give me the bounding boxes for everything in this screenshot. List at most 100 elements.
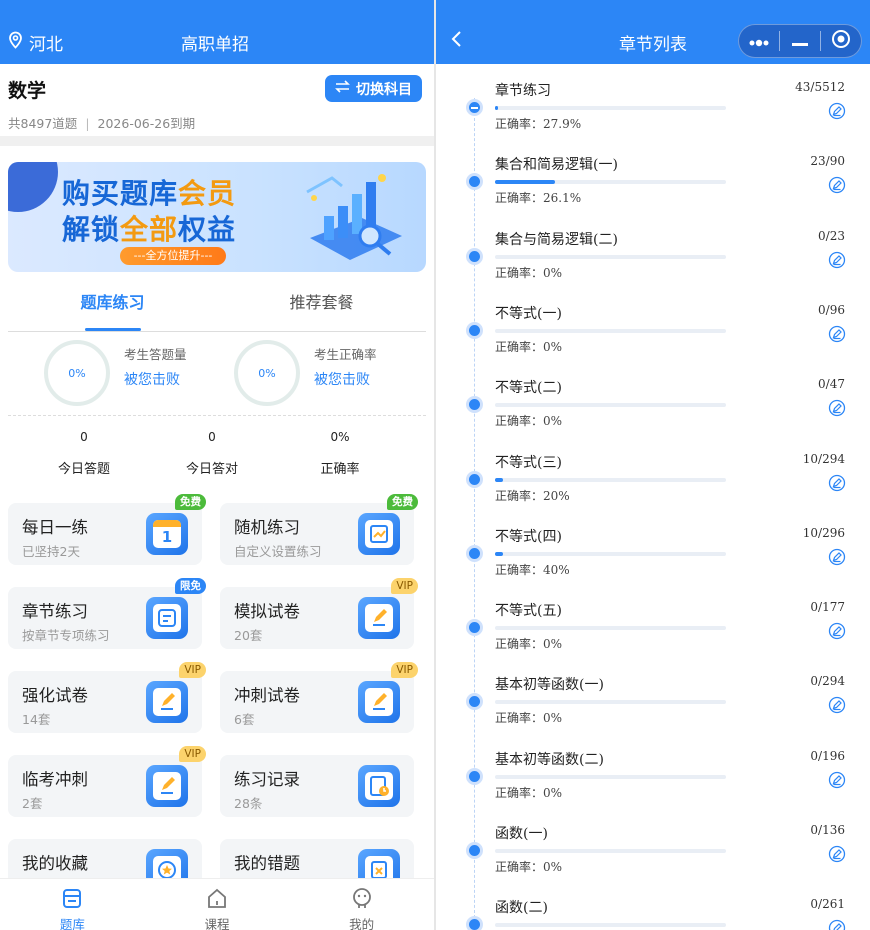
record-clock-icon [358,765,400,807]
question-bank-icon [61,889,83,913]
today-answered: 0 今日答题 [57,430,110,477]
chapter-item[interactable]: 基本初等函数(二) 0/196 正确率：0% [436,749,870,823]
nav-course[interactable]: 课程 [145,879,290,930]
edit-button[interactable] [828,325,846,347]
nav-profile[interactable]: 我的 [289,879,434,930]
chapter-count: 0/294 [810,674,845,689]
timeline-dot-icon [466,173,483,191]
chapter-count: 10/296 [802,525,845,540]
practice-tabs: 题库练习 推荐套餐 [8,286,426,332]
chapter-progress-bar [495,849,726,853]
chapter-accuracy: 正确率：0% [495,414,563,429]
chapter-item[interactable]: 不等式(三) 10/294 正确率：20% [436,452,870,526]
minimize-button[interactable] [780,25,820,57]
nav-question-bank[interactable]: 题库 [0,879,145,930]
final-sprint-card[interactable]: 临考冲刺 2套 VIP [8,746,206,817]
answer-volume-stat: 0% 考生答题量 被您击败 [44,340,187,406]
chapter-count: 0/196 [810,748,845,763]
free-badge: 免费 [387,494,418,510]
chapter-item[interactable]: 集合与简易逻辑(二) 0/23 正确率：0% [436,229,870,303]
close-button[interactable] [821,25,861,57]
chapter-accuracy: 正确率：0% [495,785,563,800]
edit-button[interactable] [828,176,846,198]
practice-record-card[interactable]: 练习记录 28条 [220,755,414,817]
today-stats: 0 今日答题 0 今日答对 0% 正确率 [0,416,434,488]
membership-banner[interactable]: 购买题库会员 解锁全部权益 ---全方位提升--- [8,162,426,272]
progress-ring: 0% [234,340,300,406]
chapter-count: 0/261 [810,897,845,912]
exam-pen-icon [146,681,188,723]
edit-icon [828,177,846,198]
switch-subject-button[interactable]: 切换科目 [325,75,422,102]
vip-badge: VIP [179,662,206,678]
edit-icon [828,474,846,496]
chapter-item[interactable]: 基本初等函数(一) 0/294 正确率：0% [436,674,870,748]
today-accuracy: 0% 正确率 [320,430,360,477]
chapter-count: 0/136 [810,823,845,837]
section-divider [0,136,434,146]
timeline-dot-icon [466,916,483,930]
chapter-name: 基本初等函数(一) [495,677,604,694]
tab-recommended-packages[interactable]: 推荐套餐 [217,286,426,331]
daily-practice-card[interactable]: 每日一练 已坚持2天 1 免费 [8,494,206,565]
chapter-progress-bar [495,106,726,110]
timeline-dot-icon [466,842,483,859]
switch-subject-label: 切换科目 [356,81,412,98]
timeline-dot-icon [466,470,483,488]
mock-exam-card[interactable]: 模拟试卷 20套 VIP [220,578,418,649]
random-practice-card[interactable]: 随机练习 自定义设置练习 免费 [220,494,418,565]
accuracy-stat: 0% 考生正确率 被您击败 [234,340,377,406]
chapter-accuracy: 正确率：40% [495,562,570,577]
edit-button[interactable] [828,548,846,570]
chapter-count: 0/177 [810,600,845,615]
tab-question-practice[interactable]: 题库练习 [8,286,217,331]
timeline-dot-icon [466,396,483,414]
edit-button[interactable] [828,845,846,867]
chapter-item[interactable]: 不等式(二) 0/47 正确率：0% [436,377,870,451]
chapter-item[interactable]: 集合和简易逻辑(一) 23/90 正确率：26.1% [436,154,870,228]
edit-button[interactable] [828,696,846,718]
timeline-dot-icon [466,767,483,785]
app-root: 河北 高职单招 数学 共8497道题 | 2026-06-26到期 切换科目 购买题… [0,0,870,930]
timeline-dot-icon [466,247,483,265]
edit-button[interactable] [828,251,846,273]
chapter-item[interactable]: 不等式(一) 0/96 正确率：0% [436,303,870,377]
edit-button[interactable] [828,399,846,421]
collapse-icon[interactable] [466,99,483,116]
chapter-accuracy: 正确率：27.9% [495,117,582,131]
edit-button[interactable] [828,771,846,793]
exam-pen-icon [358,681,400,723]
chapter-count: 23/90 [810,154,845,169]
chapter-item[interactable]: 不等式(五) 0/177 正确率：0% [436,600,870,674]
chapter-name: 章节练习 [495,83,551,99]
edit-icon [828,920,846,930]
vip-badge: VIP [391,662,418,678]
chapter-progress-fill [495,180,556,185]
shuffle-note-icon [358,513,400,555]
edit-button[interactable] [828,622,846,644]
more-button[interactable] [739,25,779,57]
chapter-practice-card[interactable]: 章节练习 按章节专项练习 限免 [8,578,206,649]
expiry-date: 2026-06-26到期 [97,116,196,131]
chapter-name: 基本初等函数(二) [495,751,604,768]
stat-caption: 考生答题量 [124,346,187,362]
chapter-name: 集合和简易逻辑(一) [495,157,618,174]
chapter-item[interactable]: 章节练习 43/5512 正确率：27.9% [436,80,870,154]
edit-button[interactable] [828,919,846,930]
sprint-exam-card[interactable]: 冲刺试卷 6套 VIP [220,662,418,733]
chapter-progress-bar [495,700,726,705]
timeline-dot-icon [466,619,483,637]
chapter-name: 不等式(一) [495,305,562,322]
subject-meta: 共8497道题 | 2026-06-26到期 [8,116,196,131]
edit-button[interactable] [828,102,846,124]
chapter-count: 43/5512 [795,80,845,94]
chapter-item[interactable]: 函数(二) 0/261 [436,897,870,930]
intensive-exam-card[interactable]: 强化试卷 14套 VIP [8,662,206,733]
timeline-dot-icon [466,321,483,339]
edit-button[interactable] [828,474,846,496]
chapter-name: 不等式(三) [495,454,562,471]
chapter-item[interactable]: 函数(一) 0/136 正确率：0% [436,823,870,897]
chapter-item[interactable]: 不等式(四) 10/296 正确率：40% [436,526,870,600]
chapter-progress-fill [495,477,503,482]
chapter-progress-bar [495,477,726,482]
